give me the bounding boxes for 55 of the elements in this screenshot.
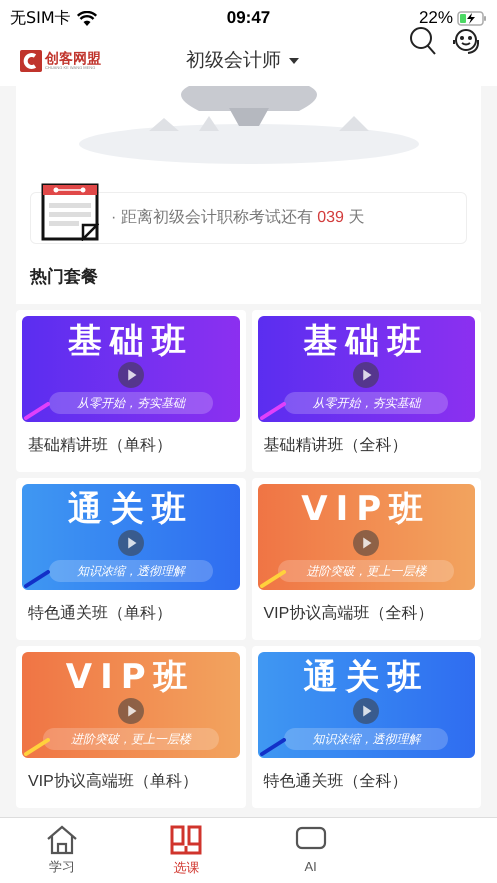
calendar-icon xyxy=(41,183,99,241)
logo-icon xyxy=(20,50,42,72)
banner-subtitle: 从零开始，夯实基础 xyxy=(48,392,213,414)
carrier-text: 无SIM卡 xyxy=(10,7,71,29)
play-icon[interactable] xyxy=(118,698,144,724)
banner-title: 通关班 xyxy=(303,660,430,694)
tab-item[interactable]: 选课 xyxy=(124,818,248,883)
play-icon[interactable] xyxy=(118,530,144,556)
tab-item[interactable]: 学习 xyxy=(0,818,124,883)
tab-item[interactable]: AI xyxy=(248,818,373,883)
stripe-icon xyxy=(260,738,286,756)
banner-title: 基础班 xyxy=(68,324,194,358)
package-card[interactable]: 通关班 知识浓缩，透彻理解 特色通关班（单科） xyxy=(16,478,246,640)
package-name: VIP协议高端班（单科） xyxy=(28,772,199,792)
package-card[interactable]: 通关班 知识浓缩，透彻理解 特色通关班（全科） xyxy=(252,646,481,808)
logo-text: 创客网盟 xyxy=(45,52,101,66)
banner-title: 通关班 xyxy=(68,492,194,526)
banner-title: 基础班 xyxy=(303,324,430,358)
banner-title: VIP班 xyxy=(301,492,432,526)
package-card[interactable]: 基础班 从零开始，夯实基础 基础精讲班（单科） xyxy=(16,310,246,472)
play-icon[interactable] xyxy=(353,362,380,388)
play-icon[interactable] xyxy=(353,698,380,724)
battery-icon xyxy=(456,10,487,26)
home-icon xyxy=(45,824,80,855)
banner-subtitle: 知识浓缩，透彻理解 xyxy=(48,560,213,582)
exam-selector[interactable]: 初级会计师 xyxy=(186,46,299,76)
banner-subtitle: 知识浓缩，透彻理解 xyxy=(284,728,448,750)
banner-subtitle: 进阶突破，更上一层楼 xyxy=(42,728,219,750)
banner-title: VIP班 xyxy=(66,660,196,694)
play-icon[interactable] xyxy=(353,530,380,556)
clock-text: 09:47 xyxy=(226,7,270,30)
wifi-icon xyxy=(76,10,97,26)
stripe-icon xyxy=(24,738,50,756)
caret-icon xyxy=(289,58,299,64)
package-name: 特色通关班（全科） xyxy=(264,772,408,792)
play-icon[interactable] xyxy=(118,362,144,388)
package-name: 特色通关班（单科） xyxy=(28,604,173,624)
battery-text: 22% xyxy=(418,7,453,30)
banner-subtitle: 从零开始，夯实基础 xyxy=(284,392,448,414)
package-name: VIP协议高端班（全科） xyxy=(264,604,434,624)
search-icon[interactable] xyxy=(409,26,437,56)
stripe-icon xyxy=(260,402,286,420)
package-name: 基础精讲班（单科） xyxy=(28,436,173,456)
package-name: 基础精讲班（全科） xyxy=(264,436,408,456)
section-title: 热门套餐 xyxy=(30,266,99,288)
package-card[interactable]: VIP班 进阶突破，更上一层楼 VIP协议高端班（单科） xyxy=(16,646,246,808)
banner-subtitle: 进阶突破，更上一层楼 xyxy=(278,560,454,582)
package-card[interactable]: 基础班 从零开始，夯实基础 基础精讲班（全科） xyxy=(252,310,481,472)
package-card[interactable]: VIP班 进阶突破，更上一层楼 VIP协议高端班（全科） xyxy=(252,478,481,640)
headset-icon[interactable] xyxy=(451,26,481,56)
stripe-icon xyxy=(24,570,50,588)
book-icon xyxy=(169,824,204,856)
stripe-icon xyxy=(260,570,286,588)
stripe-icon xyxy=(24,402,50,420)
countdown-text: · 距离初级会计职称考试还有 039 天 xyxy=(111,208,364,228)
